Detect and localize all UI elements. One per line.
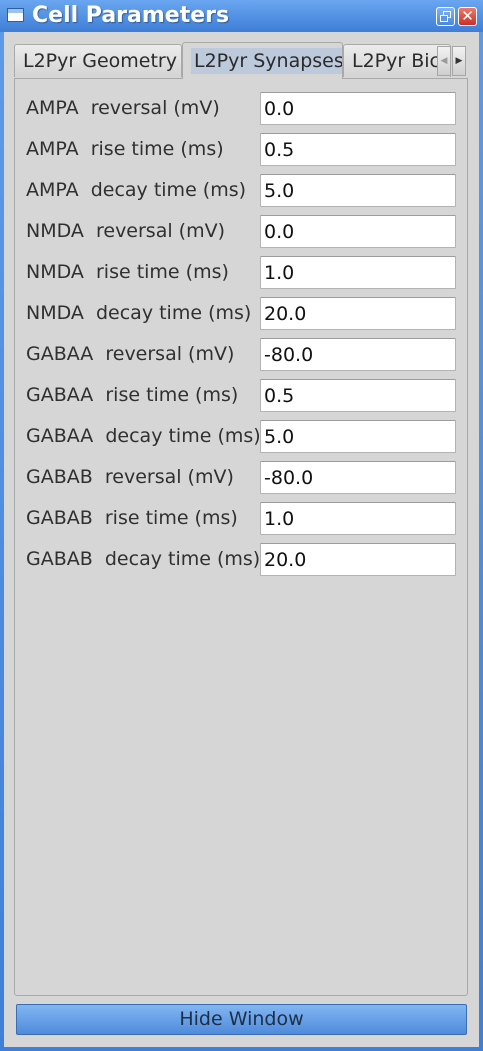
tab-scroll-buttons: ◀ ▶ [437,46,467,76]
hide-window-button[interactable]: Hide Window [16,1004,467,1035]
close-glyph: ✕ [461,7,474,25]
param-input[interactable] [260,461,456,494]
param-label: GABAA reversal (mV) [26,343,235,365]
window-client-area: L2Pyr Geometry L2Pyr Synapses L2Pyr Bic … [4,32,479,1047]
tab-l2pyr-synapses[interactable]: L2Pyr Synapses [182,42,343,79]
tab-label: L2Pyr Geometry [23,50,177,72]
param-input[interactable] [260,338,456,371]
param-row: GABAA reversal (mV) [15,337,467,371]
param-input[interactable] [260,174,456,207]
tab-bar: L2Pyr Geometry L2Pyr Synapses L2Pyr Bic … [14,42,469,79]
param-label: GABAA decay time (ms) [26,425,261,447]
param-label: AMPA reversal (mV) [26,97,220,119]
param-input[interactable] [260,297,456,330]
param-input[interactable] [260,379,456,412]
param-label: GABAB rise time (ms) [26,507,238,529]
window-app-icon[interactable] [7,8,24,22]
param-row: GABAB reversal (mV) [15,460,467,494]
param-row: AMPA decay time (ms) [15,173,467,207]
param-input[interactable] [260,215,456,248]
param-row: GABAA decay time (ms) [15,419,467,453]
param-input[interactable] [260,420,456,453]
param-label: AMPA decay time (ms) [26,179,247,201]
param-row: AMPA rise time (ms) [15,132,467,166]
tab-scroll-left-icon[interactable]: ◀ [437,46,451,76]
param-row: NMDA rise time (ms) [15,255,467,289]
synapses-tab-panel: AMPA reversal (mV) AMPA rise time (ms) A… [14,78,468,996]
param-row: NMDA decay time (ms) [15,296,467,330]
restore-icon[interactable] [436,7,455,26]
tab-l2pyr-geometry[interactable]: L2Pyr Geometry [14,44,182,77]
param-label: AMPA rise time (ms) [26,138,224,160]
param-input[interactable] [260,133,456,166]
param-row: GABAA rise time (ms) [15,378,467,412]
window-title: Cell Parameters [32,3,230,28]
param-input[interactable] [260,543,456,576]
close-icon[interactable]: ✕ [458,7,477,26]
tab-label: L2Pyr Bic [352,50,440,72]
param-label: GABAB decay time (ms) [26,548,261,570]
param-row: GABAB decay time (ms) [15,542,467,576]
param-row: GABAB rise time (ms) [15,501,467,535]
param-input[interactable] [260,256,456,289]
param-row: NMDA reversal (mV) [15,214,467,248]
tab-l2pyr-biophysics[interactable]: L2Pyr Bic [343,44,451,77]
param-label: NMDA reversal (mV) [26,220,225,242]
param-input[interactable] [260,92,456,125]
param-label: GABAA rise time (ms) [26,384,239,406]
param-row: AMPA reversal (mV) [15,91,467,125]
cell-parameters-window: Cell Parameters ✕ L2Pyr Geometry L2Pyr S… [0,0,483,1051]
param-input[interactable] [260,502,456,535]
param-label: GABAB reversal (mV) [26,466,234,488]
tab-scroll-right-icon[interactable]: ▶ [452,46,466,76]
param-label: NMDA decay time (ms) [26,302,252,324]
tab-label: L2Pyr Synapses [191,48,342,74]
param-label: NMDA rise time (ms) [26,261,229,283]
title-bar[interactable]: Cell Parameters ✕ [0,0,483,32]
